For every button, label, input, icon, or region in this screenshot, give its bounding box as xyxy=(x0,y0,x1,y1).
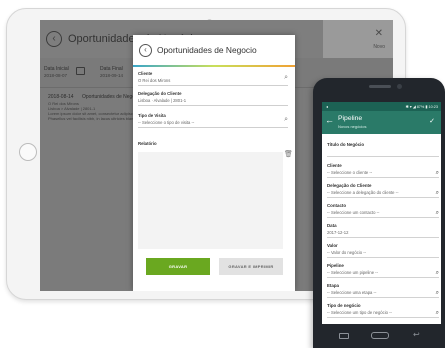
back-arrow-icon[interactable]: ‹ xyxy=(46,31,62,47)
app-bar-subtitle: Novos negócios xyxy=(338,124,367,129)
status-right: ✱ ▾ ◢ 87% ▮ 10:23 xyxy=(405,105,438,109)
save-and-print-button[interactable]: GRAVAR E IMPRIMIR xyxy=(219,258,283,275)
value-field[interactable]: Valor -- Valor do negócio -- xyxy=(327,243,439,258)
search-icon[interactable]: ⌕ xyxy=(436,210,439,217)
report-textarea[interactable] xyxy=(138,152,283,249)
search-icon[interactable]: ⌕ xyxy=(284,116,288,124)
visit-type-label: Tipo de Visita xyxy=(138,113,166,118)
client-branch-field[interactable]: Delegação do Cliente Lisboa ∙ Alvalade |… xyxy=(138,91,288,106)
background-app-actions: ✕ Novo xyxy=(323,20,393,58)
marketing-mockup: ‹ Oportunidades de Negócio ✕ Novo Data I… xyxy=(0,0,445,348)
pipeline-select[interactable]: -- Seleccione um pipeline -- xyxy=(327,270,439,278)
deal-type-label: Tipo de negócio xyxy=(327,303,361,308)
visit-type-select[interactable]: -- Seleccione o tipo de visita -- xyxy=(138,120,288,128)
list-item-line: Phasellus vel facilisis nibh, in lacus u… xyxy=(48,116,138,121)
trash-icon[interactable]: 🗑 xyxy=(284,150,293,158)
search-icon[interactable]: ⌕ xyxy=(436,270,439,277)
client-branch-label: Delegação do Cliente xyxy=(138,91,182,96)
calendar-icon[interactable] xyxy=(76,67,85,75)
deal-title-input[interactable] xyxy=(327,149,439,157)
accent-bar xyxy=(133,65,295,67)
report-field: Relatório xyxy=(138,141,288,146)
visit-type-field[interactable]: Tipo de Visita -- Seleccione o tipo de v… xyxy=(138,113,288,128)
stage-label: Etapa xyxy=(327,283,339,288)
report-label: Relatório xyxy=(138,141,157,146)
pipeline-field[interactable]: Pipeline -- Seleccione um pipeline -- ⌕ xyxy=(327,263,439,278)
phone-device: ◂ ✱ ▾ ◢ 87% ▮ 10:23 ← Pipeline Novos neg… xyxy=(313,78,445,348)
pipeline-label: Pipeline xyxy=(327,263,344,268)
client-branch-label: Delegação do Cliente xyxy=(327,183,372,188)
search-icon[interactable]: ⌕ xyxy=(436,170,439,177)
list-item-date: 2018-08-14 xyxy=(48,94,74,100)
end-date-label: Data Final xyxy=(100,66,123,72)
search-icon[interactable]: ⌕ xyxy=(436,190,439,197)
contact-field[interactable]: Contacto -- Seleccione um contacto -- ⌕ xyxy=(327,203,439,218)
app-bar-title: Pipeline xyxy=(338,115,363,122)
status-left: ◂ xyxy=(326,105,328,109)
client-branch-field[interactable]: Delegação do Cliente -- Seleccione a del… xyxy=(327,183,439,198)
value-input[interactable]: -- Valor do negócio -- xyxy=(327,250,439,258)
recent-apps-icon[interactable] xyxy=(339,333,349,339)
client-field[interactable]: Cliente -- Seleccione o cliente -- ⌕ xyxy=(327,163,439,178)
check-icon[interactable]: ✓ xyxy=(429,117,435,125)
value-label: Valor xyxy=(327,243,338,248)
phone-speaker xyxy=(369,85,391,88)
client-field[interactable]: Cliente O Rei dos Mirons ⌕ xyxy=(138,71,288,86)
phone-nav-bar: ↩ xyxy=(313,324,445,348)
modal-header: ‹ Oportunidades de Negocio xyxy=(133,35,295,65)
contact-select[interactable]: -- Seleccione um contacto -- xyxy=(327,210,439,218)
save-button[interactable]: GRAVAR xyxy=(146,258,210,275)
client-branch-value[interactable]: Lisboa ∙ Alvalade | 2801-1 xyxy=(138,98,288,106)
opportunity-modal: ‹ Oportunidades de Negocio Cliente O Rei… xyxy=(133,35,295,291)
tablet-home-button xyxy=(19,143,37,161)
stage-field[interactable]: Etapa -- Seleccione uma etapa -- ⌕ xyxy=(327,283,439,298)
deal-title-field[interactable]: Título do Negócio xyxy=(327,142,439,157)
client-branch-select[interactable]: -- Seleccione a delegação do cliente -- xyxy=(327,190,439,198)
date-input[interactable]: 2017-12-12 xyxy=(327,230,439,238)
client-value[interactable]: O Rei dos Mirons xyxy=(138,78,288,86)
back-icon[interactable]: ↩ xyxy=(413,330,420,339)
back-arrow-icon[interactable]: ← xyxy=(325,116,334,125)
client-label: Cliente xyxy=(138,71,153,76)
client-label: Cliente xyxy=(327,163,342,168)
end-date-value[interactable]: 2018-09-14 xyxy=(100,73,123,78)
search-icon[interactable]: ⌕ xyxy=(436,310,439,317)
new-button[interactable]: Novo xyxy=(373,44,385,50)
app-bar: ← Pipeline Novos negócios ✓ xyxy=(322,111,441,134)
date-label: Data xyxy=(327,223,337,228)
status-bar: ◂ ✱ ▾ ◢ 87% ▮ 10:23 xyxy=(322,102,441,111)
deal-type-select[interactable]: -- Seleccione um tipo de negócio -- xyxy=(327,310,439,318)
phone-screen: ◂ ✱ ▾ ◢ 87% ▮ 10:23 ← Pipeline Novos neg… xyxy=(322,102,441,348)
search-icon[interactable]: ⌕ xyxy=(436,290,439,297)
back-arrow-icon[interactable]: ‹ xyxy=(139,43,152,57)
phone-camera xyxy=(397,84,402,89)
client-select[interactable]: -- Seleccione o cliente -- xyxy=(327,170,439,178)
deal-title-label: Título do Negócio xyxy=(327,142,365,147)
modal-title: Oportunidades de Negocio xyxy=(157,45,257,55)
close-icon[interactable]: ✕ xyxy=(375,28,383,39)
date-field[interactable]: Data 2017-12-12 xyxy=(327,223,439,238)
deal-type-field[interactable]: Tipo de negócio -- Seleccione um tipo de… xyxy=(327,303,439,318)
stage-select[interactable]: -- Seleccione uma etapa -- xyxy=(327,290,439,298)
start-date-value[interactable]: 2018-08-07 xyxy=(44,73,67,78)
home-icon[interactable] xyxy=(371,332,389,339)
contact-label: Contacto xyxy=(327,203,347,208)
start-date-label: Data Inicial xyxy=(44,66,69,72)
search-icon[interactable]: ⌕ xyxy=(284,74,288,82)
